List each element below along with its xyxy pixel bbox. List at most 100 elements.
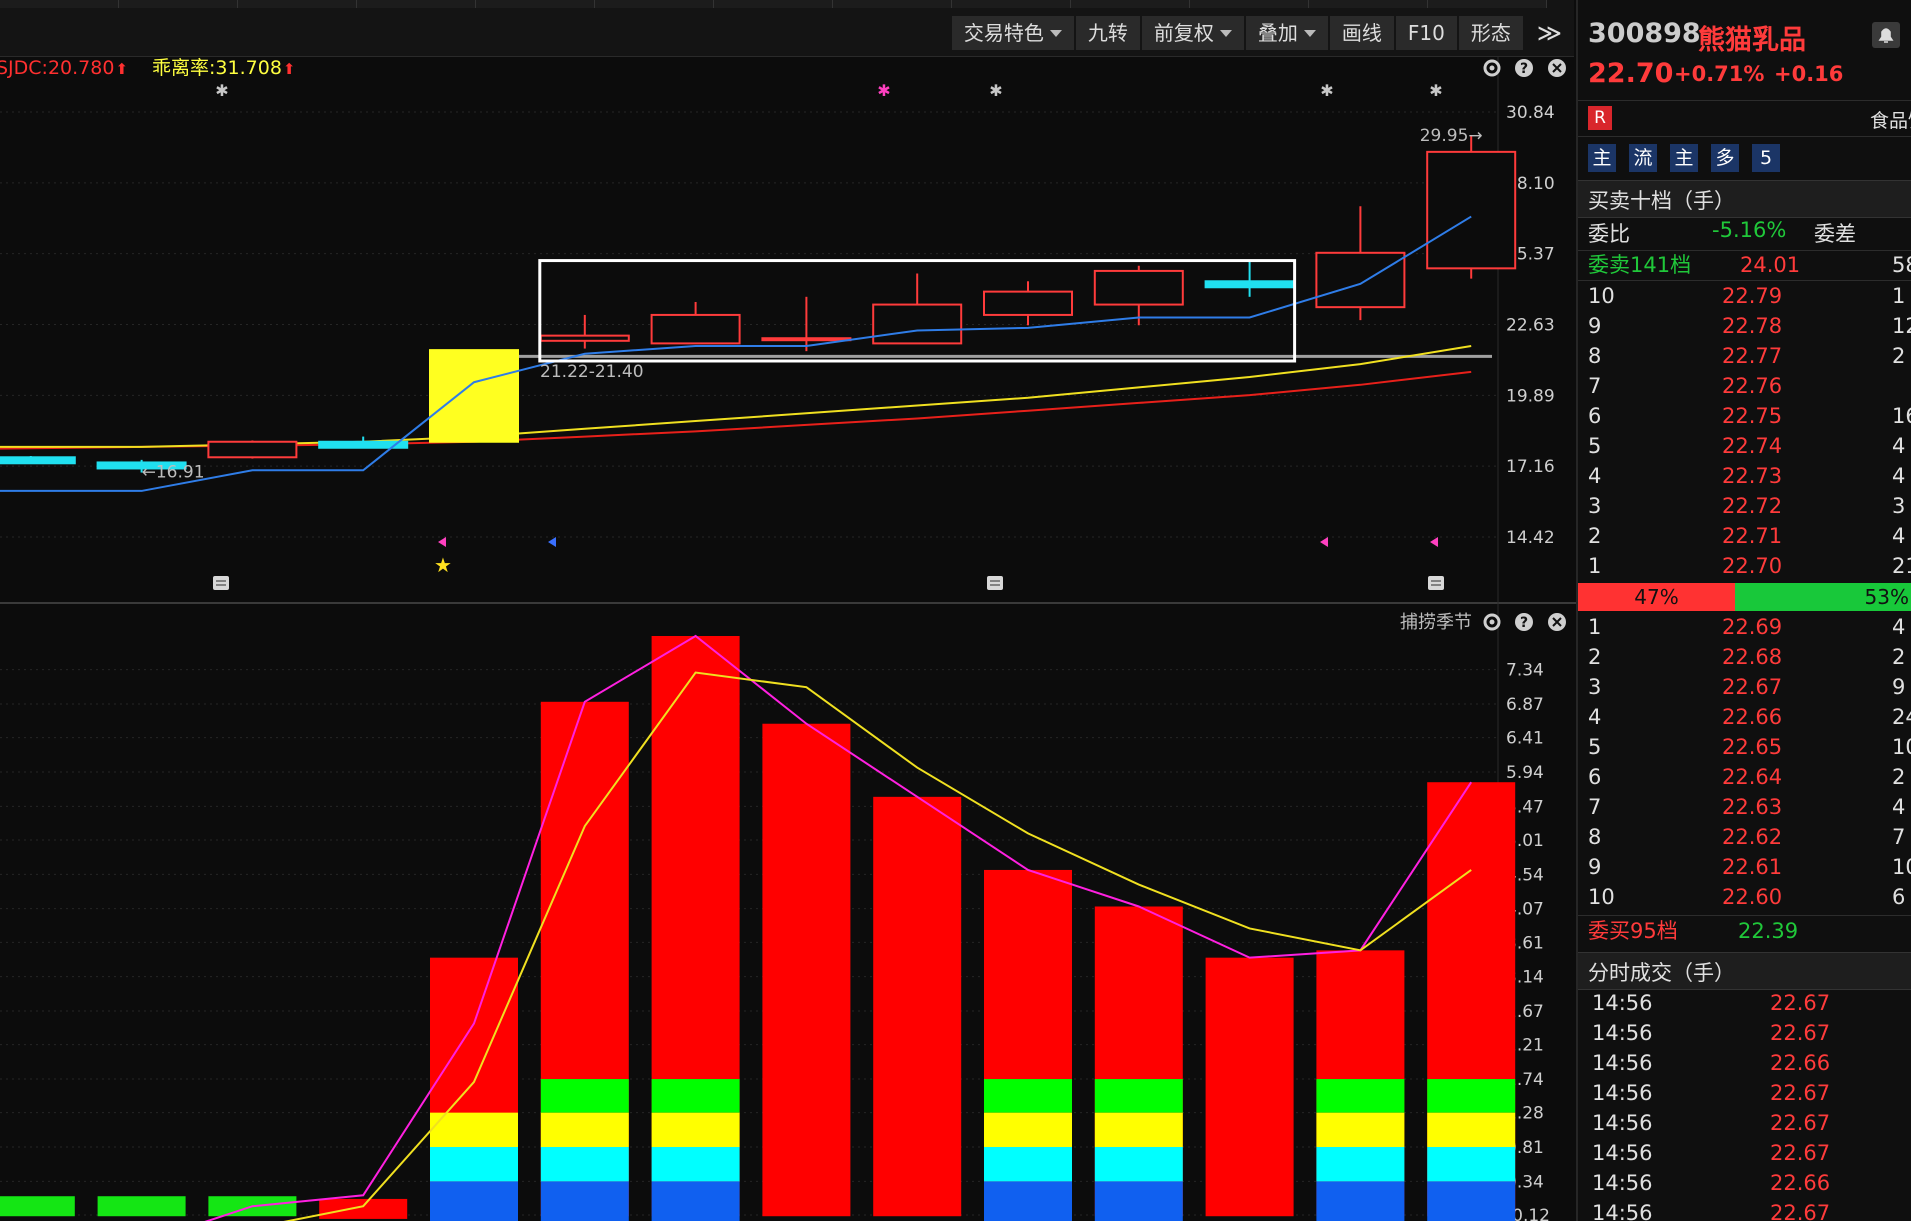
bar-stack-segment [540, 1112, 629, 1148]
bid-row[interactable]: 7 22.63 4 [1578, 792, 1911, 822]
histogram-bar[interactable] [319, 1198, 408, 1219]
candlestick[interactable] [650, 301, 741, 345]
candlestick[interactable] [429, 349, 519, 443]
bid-row[interactable]: 2 22.68 2 [1578, 642, 1911, 672]
ask-row[interactable]: 3 22.72 3 [1578, 491, 1911, 521]
bid-row[interactable]: 4 22.66 24 [1578, 702, 1911, 732]
price-tick-label: 17.16 [1506, 457, 1555, 477]
bid-level: 3 [1588, 675, 1602, 699]
candlestick[interactable] [539, 314, 630, 349]
histogram-bar[interactable] [540, 701, 629, 1221]
candlestick[interactable] [983, 281, 1073, 326]
histogram-bar[interactable] [651, 636, 740, 1221]
histogram-bar[interactable] [1094, 906, 1183, 1221]
bar-stack-segment [1316, 1181, 1405, 1221]
ask-row[interactable]: 10 22.79 1 [1578, 281, 1911, 311]
tick-row: 14:56 22.66 [1578, 1168, 1911, 1198]
histogram-bar[interactable] [762, 723, 851, 1217]
tick-time: 14:56 [1592, 991, 1653, 1015]
ask-price: 22.73 [1722, 464, 1783, 488]
bid-row[interactable]: 9 22.61 103 [1578, 852, 1911, 882]
ask-price: 22.77 [1722, 344, 1783, 368]
kline-chart[interactable]: 30.8428.1025.3722.6319.8917.1614.4229.95… [0, 0, 1576, 1221]
histogram-bar[interactable] [1316, 950, 1405, 1221]
price-tick-label: 19.89 [1506, 386, 1555, 406]
sub-tick-label: 5.94 [1506, 763, 1544, 783]
bar-stack-segment [651, 1181, 740, 1221]
histogram-bar[interactable] [1205, 957, 1294, 1217]
bid-row[interactable]: 5 22.65 10 [1578, 732, 1911, 762]
ask-row[interactable]: 6 22.75 16 [1578, 401, 1911, 431]
news-icon[interactable] [1428, 576, 1444, 590]
ask-volume: 16 [1892, 404, 1911, 428]
ask-price: 22.79 [1722, 284, 1783, 308]
candlestick[interactable] [0, 455, 76, 465]
bid-level: 9 [1588, 855, 1602, 879]
histogram-bar[interactable] [430, 957, 518, 1221]
close-icon[interactable] [1548, 59, 1566, 77]
ask-row[interactable]: 4 22.73 4 [1578, 461, 1911, 491]
ask-row[interactable]: 8 22.77 2 [1578, 341, 1911, 371]
tag-chip[interactable]: 多 [1711, 144, 1739, 172]
bid-price: 22.68 [1722, 645, 1783, 669]
ticks-header[interactable]: 分时成交（手） [1578, 952, 1911, 990]
bar-main [1205, 957, 1294, 1217]
histogram-bar[interactable] [873, 796, 962, 1217]
candlestick[interactable] [872, 273, 963, 345]
bid-row[interactable]: 10 22.60 6 [1578, 882, 1911, 912]
candlestick[interactable] [761, 296, 852, 352]
bar-stack-segment [1094, 1181, 1183, 1221]
news-icon[interactable] [987, 576, 1003, 590]
histogram-bar[interactable] [984, 869, 1072, 1221]
bid-level: 8 [1588, 825, 1602, 849]
bid-row[interactable]: 1 22.69 4 [1578, 612, 1911, 642]
ask-price: 22.71 [1722, 524, 1783, 548]
close-icon[interactable] [1548, 613, 1566, 631]
ask-row[interactable]: 1 22.70 21 [1578, 551, 1911, 581]
ask-row[interactable]: 7 22.76 [1578, 371, 1911, 401]
ask-level: 5 [1588, 434, 1602, 458]
tick-time: 14:56 [1592, 1081, 1653, 1105]
bar-stack-segment [540, 1079, 629, 1113]
ask-row[interactable]: 5 22.74 4 [1578, 431, 1911, 461]
stock-code: 300898 [1588, 18, 1701, 49]
tag-chip[interactable]: 主 [1588, 144, 1616, 172]
bid-price: 22.60 [1722, 885, 1783, 909]
orderbook-header[interactable]: 买卖十档（手） [1578, 180, 1911, 218]
candlestick[interactable] [1093, 265, 1184, 326]
candlestick[interactable] [207, 440, 298, 459]
bid-level: 10 [1588, 885, 1615, 909]
help-icon[interactable]: ? [1515, 59, 1533, 77]
candlestick[interactable] [1315, 206, 1406, 321]
bid-row[interactable]: 3 22.67 9 [1578, 672, 1911, 702]
tick-time: 14:56 [1592, 1051, 1653, 1075]
ask-price: 22.72 [1722, 494, 1783, 518]
histogram-bar[interactable] [1427, 782, 1516, 1221]
bid-row[interactable]: 8 22.62 7 [1578, 822, 1911, 852]
bell-icon[interactable] [1872, 22, 1900, 48]
price-tick-label: 14.42 [1506, 528, 1555, 548]
ask-row[interactable]: 9 22.78 12 [1578, 311, 1911, 341]
bid-row[interactable]: 6 22.64 2 [1578, 762, 1911, 792]
industry-label[interactable]: 食品饮 [1870, 106, 1911, 133]
bid-volume: 10 [1892, 735, 1911, 759]
sell-total-label: 委卖141档 [1588, 253, 1692, 277]
buy-sell-ratio-bar: 47% 53% [1578, 583, 1911, 611]
histogram-bar[interactable] [0, 1196, 75, 1217]
subchart-title: 捕捞季节 [1400, 612, 1472, 633]
tag-chip[interactable]: 流 [1629, 144, 1657, 172]
candlestick[interactable] [1426, 135, 1517, 279]
gear-icon[interactable] [1483, 59, 1501, 77]
histogram-bar[interactable] [97, 1196, 186, 1217]
help-icon[interactable]: ? [1515, 613, 1533, 631]
ask-level: 2 [1588, 524, 1602, 548]
candlestick[interactable] [1204, 260, 1295, 297]
range-annotation: 21.22-21.40 [540, 362, 643, 382]
tag-chip[interactable]: 5 [1752, 144, 1780, 172]
news-icon[interactable] [213, 576, 229, 590]
gear-icon[interactable] [1483, 613, 1501, 631]
bid-volume: 103 [1892, 855, 1911, 879]
ask-row[interactable]: 2 22.71 4 [1578, 521, 1911, 551]
tag-chip[interactable]: 主 [1670, 144, 1698, 172]
ticks-title: 分时成交（手） [1588, 961, 1735, 985]
